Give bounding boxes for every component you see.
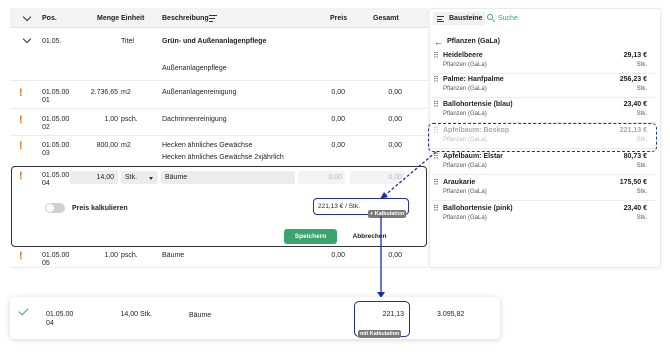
mit-kalkulation-badge-label: mit Kalkulation xyxy=(358,330,402,338)
result-gesamt: 3.095,82 xyxy=(437,311,465,318)
result-pos: 01.05.00 xyxy=(46,311,74,318)
drag-arrow-head xyxy=(380,192,388,199)
result-preis: 221,13 xyxy=(382,311,404,318)
result-einheit: Stk. xyxy=(140,311,153,318)
result-beschreibung: Bäume xyxy=(189,312,212,319)
result-menge: 14,00 xyxy=(120,311,138,318)
result-row-card xyxy=(10,297,500,339)
drag-arrow-dashed xyxy=(383,151,437,197)
mit-kalkulation-badge: mit Kalkulation xyxy=(358,322,402,340)
result-pos-suffix: 04 xyxy=(46,320,54,327)
